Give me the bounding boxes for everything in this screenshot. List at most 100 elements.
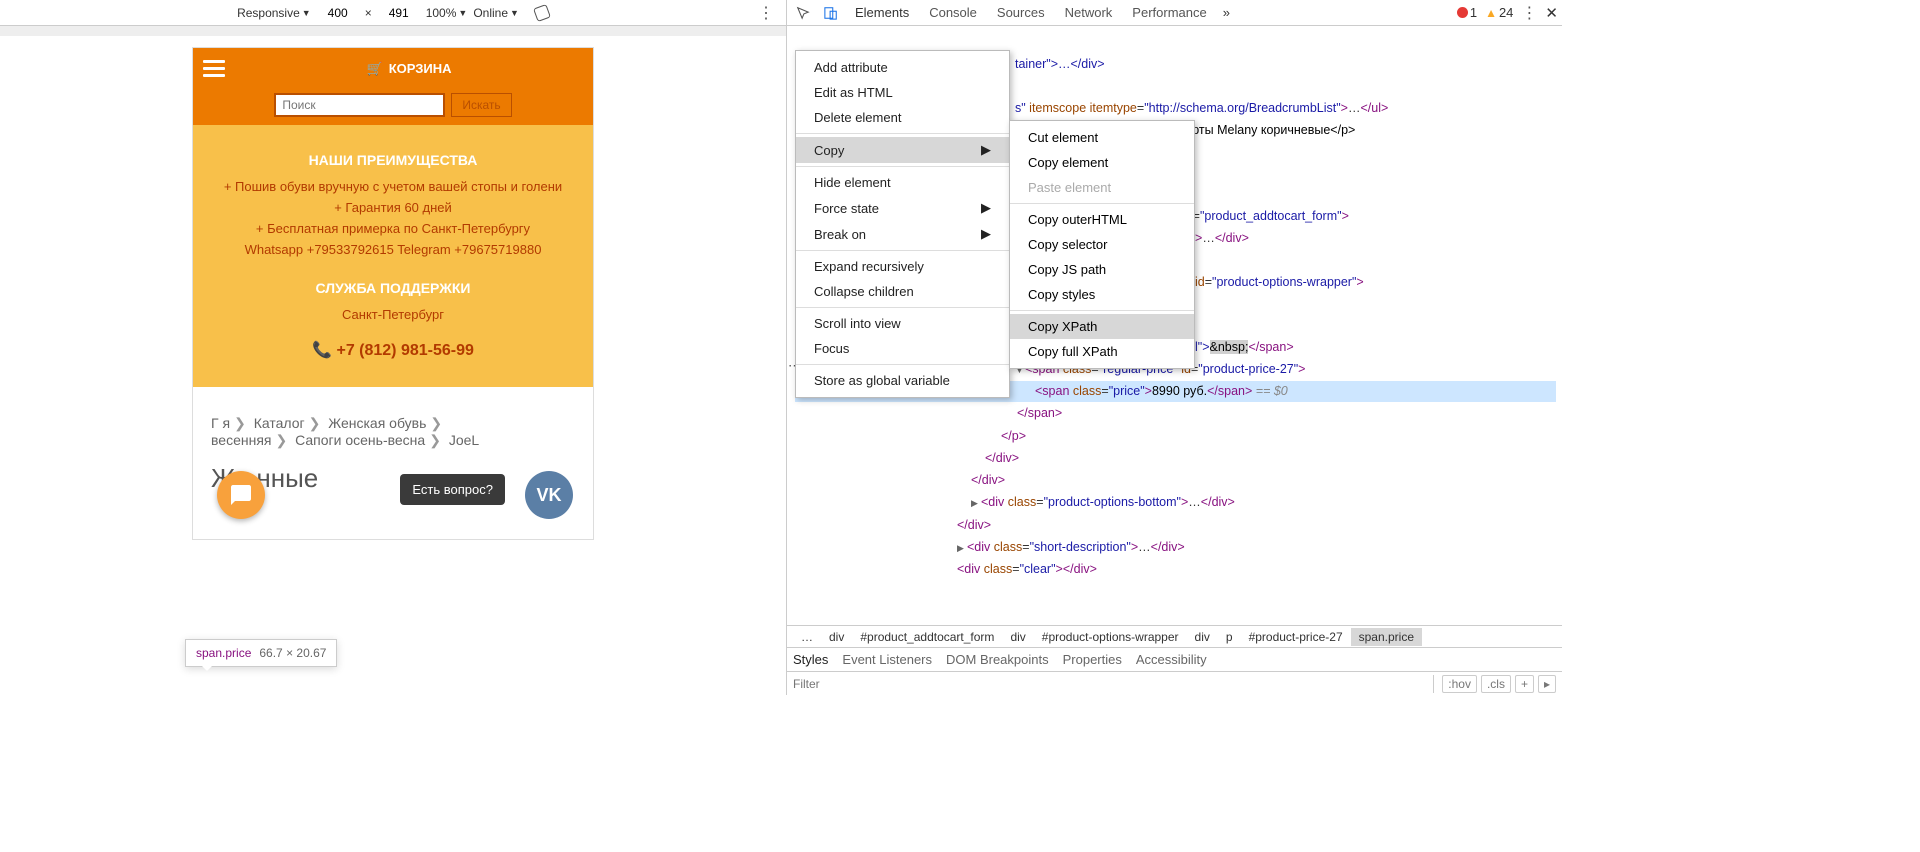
more-tabs-icon[interactable]: » [1223, 5, 1230, 20]
tab-performance[interactable]: Performance [1124, 1, 1214, 24]
crumb-item[interactable]: p [1218, 628, 1241, 646]
tab-accessibility[interactable]: Accessibility [1136, 652, 1207, 667]
tooltip-selector: span.price [196, 646, 251, 660]
chevron-right-icon: ❯ [234, 415, 246, 431]
chat-bubble-icon[interactable] [217, 471, 265, 519]
ctx-add-attribute[interactable]: Add attribute [796, 55, 1009, 80]
vk-icon[interactable]: VK [525, 471, 573, 519]
tab-console[interactable]: Console [921, 1, 985, 24]
dim-separator: × [365, 6, 372, 20]
error-count[interactable]: 1 [1457, 5, 1477, 20]
hamburger-icon[interactable] [203, 56, 225, 81]
close-icon[interactable]: ✕ [1545, 4, 1558, 22]
sub-jspath[interactable]: Copy JS path [1010, 257, 1194, 282]
zoom-select[interactable]: 100% ▼ [426, 6, 468, 20]
network-select[interactable]: Online ▼ [473, 6, 519, 20]
tab-dom-breakpoints[interactable]: DOM Breakpoints [946, 652, 1049, 667]
crumb-item[interactable]: div [821, 628, 852, 646]
crumb[interactable]: Женская обувь [328, 415, 426, 431]
cls-button[interactable]: .cls [1481, 675, 1511, 693]
warning-count[interactable]: ▲ 24 [1485, 5, 1513, 20]
adv-line: + Пошив обуви вручную с учетом вашей сто… [205, 177, 581, 198]
ctx-collapse[interactable]: Collapse children [796, 279, 1009, 304]
device-toggle-icon[interactable] [823, 5, 839, 21]
ctx-delete[interactable]: Delete element [796, 105, 1009, 130]
ctx-expand[interactable]: Expand recursively [796, 254, 1009, 279]
cart-label: КОРЗИНА [389, 61, 452, 76]
sub-copy-el[interactable]: Copy element [1010, 150, 1194, 175]
device-preview-pane: Responsive ▼ × 100% ▼ Online ▼ ⋮ 🛒 КОРЗИ… [0, 0, 786, 695]
site-topbar: 🛒 КОРЗИНА [193, 48, 593, 89]
hov-button[interactable]: :hov [1442, 675, 1477, 693]
sub-styles[interactable]: Copy styles [1010, 282, 1194, 307]
rotate-icon[interactable] [533, 4, 551, 22]
chevron-right-icon: ❯ [430, 415, 442, 431]
tab-properties[interactable]: Properties [1063, 652, 1122, 667]
styles-tabs: Styles Event Listeners DOM Breakpoints P… [787, 647, 1562, 671]
searchbar: Искать [193, 89, 593, 125]
crumb-item[interactable]: #product-options-wrapper [1034, 628, 1187, 646]
device-mode-select[interactable]: Responsive ▼ [237, 6, 311, 20]
element-tooltip: span.price 66.7 × 20.67 [185, 639, 337, 667]
phone-icon: 📞 [312, 342, 332, 359]
chevron-right-icon: ❯ [429, 432, 441, 448]
crumb-item[interactable]: #product-price-27 [1241, 628, 1351, 646]
phone-number: +7 (812) 981-56-99 [336, 342, 473, 359]
tab-sources[interactable]: Sources [989, 1, 1053, 24]
sub-outerhtml[interactable]: Copy outerHTML [1010, 207, 1194, 232]
viewport-width-input[interactable] [317, 6, 359, 20]
tab-styles[interactable]: Styles [793, 652, 828, 667]
sub-paste: Paste element [1010, 175, 1194, 200]
tab-event-listeners[interactable]: Event Listeners [842, 652, 932, 667]
sub-xpath[interactable]: Copy XPath [1010, 314, 1194, 339]
ctx-store-var[interactable]: Store as global variable [796, 368, 1009, 393]
sub-cut[interactable]: Cut element [1010, 125, 1194, 150]
sub-full-xpath[interactable]: Copy full XPath [1010, 339, 1194, 364]
ctx-force-state[interactable]: Force state▶ [796, 195, 1009, 221]
tab-network[interactable]: Network [1057, 1, 1121, 24]
ctx-edit-html[interactable]: Edit as HTML [796, 80, 1009, 105]
cart-link[interactable]: 🛒 КОРЗИНА [367, 61, 452, 77]
support-title: СЛУЖБА ПОДДЕРЖКИ [205, 277, 581, 299]
crumb[interactable]: весенняя [211, 432, 271, 448]
ctx-break-on[interactable]: Break on▶ [796, 221, 1009, 247]
devtools-panel: Elements Console Sources Network Perform… [786, 0, 1562, 695]
sub-selector[interactable]: Copy selector [1010, 232, 1194, 257]
crumb[interactable]: Сапоги осень-весна [295, 432, 425, 448]
phone-row[interactable]: 📞 +7 (812) 981-56-99 [205, 338, 581, 364]
crumb-item[interactable]: div [1187, 628, 1218, 646]
inspect-icon[interactable] [795, 5, 811, 21]
crumb[interactable]: JoeL [449, 432, 479, 448]
crumb-ellipsis[interactable]: … [793, 628, 821, 646]
styles-filter-input[interactable] [793, 677, 1433, 691]
chevron-right-icon: ❯ [309, 415, 321, 431]
devtools-menu-icon[interactable]: ⋮ [1521, 3, 1537, 23]
search-button[interactable]: Искать [451, 93, 511, 117]
styles-menu-icon[interactable]: ▸ [1538, 675, 1556, 693]
viewport-height-input[interactable] [378, 6, 420, 20]
ctx-scroll[interactable]: Scroll into view [796, 311, 1009, 336]
tooltip-dims: 66.7 × 20.67 [259, 646, 326, 660]
chevron-right-icon: ▶ [981, 200, 991, 216]
ctx-copy[interactable]: Copy▶ [796, 137, 1009, 163]
context-menu[interactable]: Add attribute Edit as HTML Delete elemen… [795, 50, 1010, 398]
dom-breadcrumb[interactable]: … div #product_addtocart_form div #produ… [787, 625, 1562, 647]
ctx-focus[interactable]: Focus [796, 336, 1009, 361]
ctx-hide[interactable]: Hide element [796, 170, 1009, 195]
search-input[interactable] [274, 93, 445, 117]
more-options-icon[interactable]: ⋮ [758, 3, 774, 23]
chevron-right-icon: ▶ [981, 142, 991, 158]
crumb-item-selected[interactable]: span.price [1351, 628, 1422, 646]
adv-line: + Гарантия 60 дней [205, 198, 581, 219]
breadcrumbs: Г я❯ Каталог❯ Женская обувь❯ весенняя❯ С… [193, 387, 593, 457]
crumb[interactable]: Г я [211, 415, 230, 431]
rendered-page: 🛒 КОРЗИНА Искать НАШИ ПРЕИМУЩЕСТВА + Пош… [193, 48, 593, 539]
chevron-right-icon: ▶ [981, 226, 991, 242]
new-rule-button[interactable]: + [1515, 675, 1534, 693]
question-tooltip: Есть вопрос? [400, 474, 505, 505]
tab-elements[interactable]: Elements [847, 1, 917, 24]
crumb-item[interactable]: #product_addtocart_form [852, 628, 1002, 646]
copy-submenu[interactable]: Cut element Copy element Paste element C… [1009, 120, 1195, 369]
crumb[interactable]: Каталог [254, 415, 305, 431]
crumb-item[interactable]: div [1002, 628, 1033, 646]
